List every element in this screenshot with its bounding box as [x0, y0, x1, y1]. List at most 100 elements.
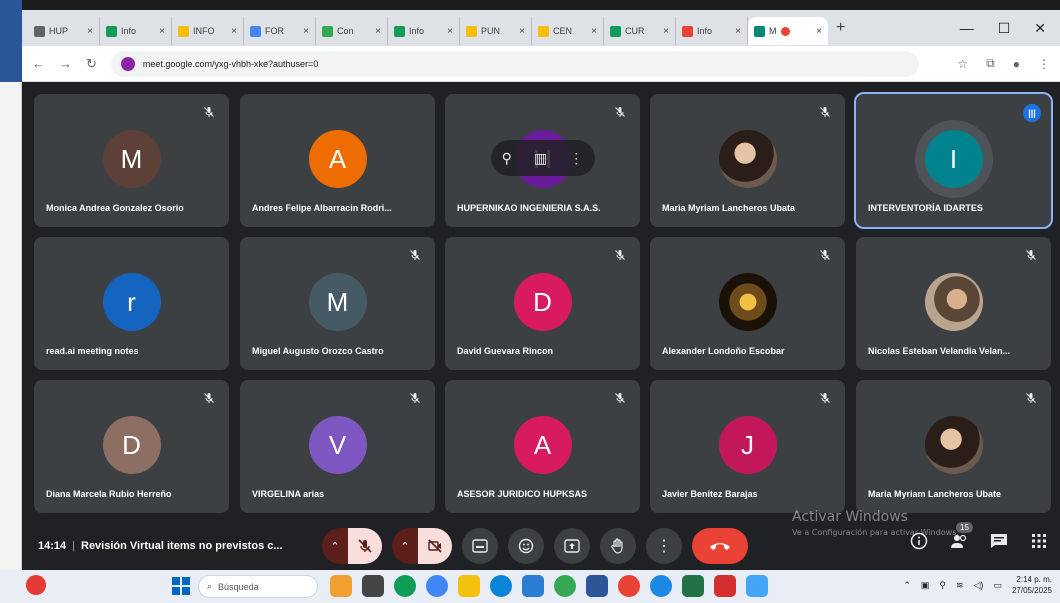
minimize-icon[interactable]: — — [960, 20, 974, 37]
mic-muted-icon — [410, 393, 420, 403]
participant-tile[interactable]: Nicolas Esteban Velandia Velan... — [856, 237, 1051, 370]
tray-chevron-icon[interactable]: ⌃ — [903, 580, 911, 591]
participant-tile[interactable]: A ASESOR JURIDICO HUPKSAS — [445, 380, 640, 513]
reactions-button[interactable] — [508, 528, 544, 564]
taskbar-app-icon[interactable] — [522, 575, 544, 597]
participant-tile[interactable]: J Javier Benitez Barajas — [650, 380, 845, 513]
browser-tab[interactable]: CUR × — [604, 17, 676, 45]
close-tab-icon[interactable]: × — [231, 26, 237, 37]
browser-tab[interactable]: Info × — [676, 17, 748, 45]
close-tab-icon[interactable]: × — [735, 26, 741, 37]
layout-icon[interactable]: ▥ — [534, 150, 547, 167]
file-explorer-icon[interactable] — [458, 575, 480, 597]
activities-button[interactable] — [1028, 530, 1050, 552]
participant-tile[interactable]: Maria Myriam Lancheros Ubata — [650, 94, 845, 227]
taskbar-clock[interactable]: 2:14 p. m. 27/05/2025 — [1012, 574, 1052, 596]
raise-hand-button[interactable] — [600, 528, 636, 564]
close-tab-icon[interactable]: × — [519, 26, 525, 37]
close-tab-icon[interactable]: × — [375, 26, 381, 37]
acrobat-icon[interactable] — [714, 575, 736, 597]
mic-muted-icon — [615, 393, 625, 403]
participant-tile[interactable]: V VIRGELINA arias — [240, 380, 435, 513]
windows-start-icon[interactable] — [172, 577, 190, 600]
search-icon: ⌕ — [207, 581, 213, 591]
browser-tab[interactable]: Info × — [100, 17, 172, 45]
browser-tab[interactable]: INFO × — [172, 17, 244, 45]
present-button[interactable] — [554, 528, 590, 564]
avatar-photo — [718, 273, 777, 331]
weather-widget-icon[interactable] — [26, 575, 46, 595]
taskbar-app-icon[interactable] — [426, 575, 448, 597]
new-tab-button[interactable]: + — [836, 19, 845, 37]
camera-off-button[interactable] — [418, 528, 452, 564]
forward-icon[interactable]: → — [59, 56, 72, 71]
participant-tile[interactable]: I ||| INTERVENTORÍA IDARTES — [854, 92, 1053, 229]
leave-call-button[interactable] — [692, 528, 748, 564]
browser-tab[interactable]: Info × — [388, 17, 460, 45]
mic-control-group: ⌃ — [322, 528, 382, 564]
chat-button[interactable] — [988, 530, 1010, 552]
volume-icon[interactable]: ◁) — [974, 580, 984, 591]
participant-tile[interactable]: r read.ai meeting notes — [34, 237, 229, 370]
bookmark-star-icon[interactable]: ☆ — [957, 57, 968, 71]
close-tab-icon[interactable]: × — [591, 26, 597, 37]
wifi-icon[interactable]: ≋ — [956, 580, 964, 591]
tab-meet-active[interactable]: M × — [748, 17, 828, 45]
mic-muted-icon — [204, 393, 214, 403]
maximize-icon[interactable]: ☐ — [998, 20, 1011, 37]
more-vert-icon[interactable]: ⋮ — [569, 150, 583, 167]
taskbar-search-input[interactable]: ⌕ Búsqueda — [198, 575, 318, 598]
participant-tile[interactable]: D David Guevara Rincon — [445, 237, 640, 370]
more-options-button[interactable]: ⋮ — [646, 528, 682, 564]
participant-tile[interactable]: M Miguel Augusto Orozco Castro — [240, 237, 435, 370]
chrome-icon[interactable] — [554, 575, 576, 597]
mic-options-chevron-icon[interactable]: ⌃ — [322, 528, 348, 564]
mic-off-button[interactable] — [348, 528, 382, 564]
browser-tab[interactable]: HUP × — [28, 17, 100, 45]
captions-button[interactable] — [462, 528, 498, 564]
profile-avatar-icon[interactable]: ● — [1013, 57, 1020, 71]
pin-icon[interactable]: ⚲ — [502, 150, 512, 167]
close-tab-icon[interactable]: × — [816, 26, 822, 37]
excel-icon[interactable] — [682, 575, 704, 597]
browser-tab[interactable]: CEN × — [532, 17, 604, 45]
chrome-profile-icon[interactable] — [650, 575, 672, 597]
menu-kebab-icon[interactable]: ⋮ — [1038, 57, 1050, 71]
close-tab-icon[interactable]: × — [447, 26, 453, 37]
participant-tile[interactable]: A Andres Felipe Albarracin Rodri... — [240, 94, 435, 227]
extensions-icon[interactable]: ⧉ — [986, 56, 995, 71]
avatar-photo — [924, 273, 983, 331]
battery-icon[interactable]: ▭ — [993, 580, 1002, 591]
browser-tab[interactable]: FOR × — [244, 17, 316, 45]
participant-name: ASESOR JURIDICO HUPKSAS — [457, 489, 588, 499]
close-tab-icon[interactable]: × — [663, 26, 669, 37]
word-icon[interactable] — [586, 575, 608, 597]
chrome-profile-icon[interactable] — [618, 575, 640, 597]
taskbar-app-icon[interactable] — [362, 575, 384, 597]
participant-name: Maria Myriam Lancheros Ubata — [662, 203, 796, 213]
browser-tab[interactable]: PUN × — [460, 17, 532, 45]
close-tab-icon[interactable]: × — [87, 26, 93, 37]
participant-name: Diana Marcela Rubio Herreño — [46, 489, 172, 499]
close-window-icon[interactable]: ✕ — [1034, 20, 1046, 37]
back-icon[interactable]: ← — [32, 56, 45, 71]
camera-off-icon — [428, 539, 442, 553]
close-tab-icon[interactable]: × — [303, 26, 309, 37]
mic-muted-icon — [615, 107, 625, 117]
participant-tile[interactable]: Alexander Londoño Escobar — [650, 237, 845, 370]
taskbar-app-icon[interactable] — [394, 575, 416, 597]
tab-favicon-icon — [178, 25, 189, 37]
participant-tile[interactable]: M Monica Andrea Gonzalez Osorio — [34, 94, 229, 227]
taskbar-app-icon[interactable] — [746, 575, 768, 597]
participant-tile[interactable]: D Diana Marcela Rubio Herreño — [34, 380, 229, 513]
reload-icon[interactable]: ↻ — [86, 56, 97, 72]
participant-tile[interactable]: Maria Myriam Lancheros Ubate — [856, 380, 1051, 513]
url-input[interactable]: meet.google.com/yxg-vhbh-xke?authuser=0 — [110, 50, 920, 77]
browser-tab[interactable]: Con × — [316, 17, 388, 45]
participant-tile[interactable]: H⚲▥⋮HUPERNIKAO INGENIERIA S.A.S. — [445, 94, 640, 227]
taskbar-app-icon[interactable] — [330, 575, 352, 597]
tray-app-icon[interactable]: ▣ — [921, 580, 930, 591]
camera-options-chevron-icon[interactable]: ⌃ — [392, 528, 418, 564]
edge-browser-icon[interactable] — [490, 575, 512, 597]
close-tab-icon[interactable]: × — [159, 26, 165, 37]
